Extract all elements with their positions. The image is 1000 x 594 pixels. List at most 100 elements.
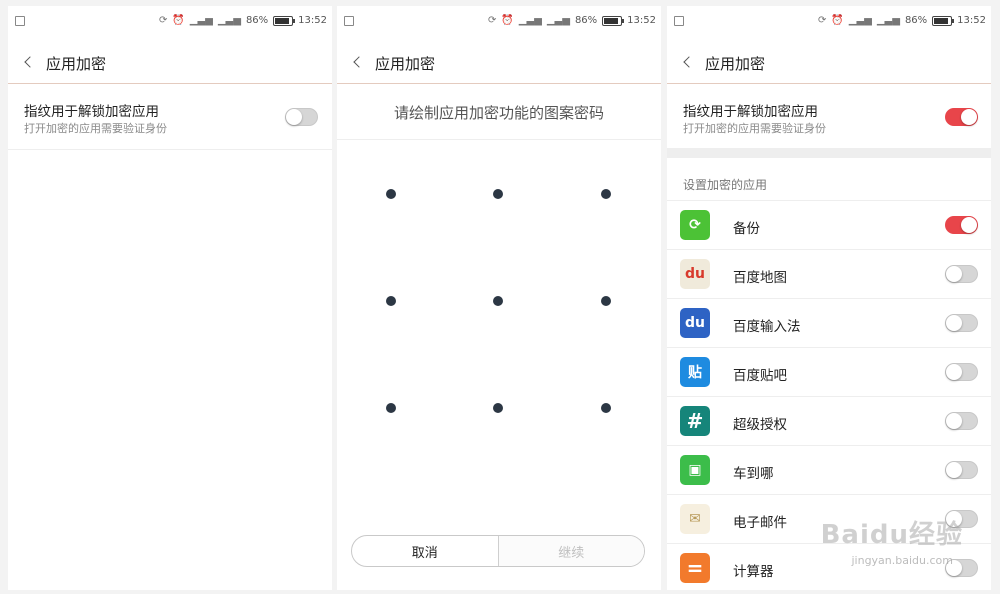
baidu-map-icon-glyph: du — [685, 266, 705, 282]
section-gap — [667, 148, 991, 158]
screen-settings-off: ⟳ ⏰ ▁▃▅ ▁▃▅ 86% 13:52 应用加密 指纹用于解锁加密应用 打开… — [8, 6, 332, 590]
fingerprint-setting-row[interactable]: 指纹用于解锁加密应用 打开加密的应用需要验证身份 — [667, 86, 991, 156]
pattern-dot[interactable] — [493, 296, 503, 306]
calculator-icon-glyph: = — [686, 556, 704, 580]
bus-icon: ▣ — [680, 455, 710, 485]
app-name: 备份 — [733, 221, 760, 237]
app-row[interactable]: du 百度地图 — [667, 249, 991, 298]
fingerprint-toggle[interactable] — [285, 108, 318, 126]
app-name: 电子邮件 — [733, 515, 787, 531]
app-row[interactable]: ⟳ 备份 — [667, 200, 991, 249]
clock: 13:52 — [957, 15, 986, 26]
app-lock-toggle[interactable] — [945, 363, 978, 381]
battery-icon — [932, 15, 955, 26]
sync-icon: ⟳ — [817, 15, 827, 26]
screenshot-icon — [344, 16, 354, 26]
pattern-dot[interactable] — [493, 403, 503, 413]
sync-icon: ⟳ — [487, 15, 497, 26]
app-name: 百度地图 — [733, 270, 787, 286]
pattern-prompt: 请绘制应用加密功能的图案密码 — [393, 104, 604, 122]
watermark-logo: Baidu经验 — [820, 520, 963, 550]
baidu-map-icon: du — [680, 259, 710, 289]
app-row[interactable]: 贴 百度贴吧 — [667, 347, 991, 396]
signal-icon-2: ▁▃▅ — [876, 15, 900, 26]
baidu-input-icon-glyph: du — [685, 315, 705, 331]
pattern-dot[interactable] — [601, 189, 611, 199]
fingerprint-setting-title: 指纹用于解锁加密应用 — [683, 104, 818, 120]
signal-icon-2: ▁▃▅ — [217, 15, 241, 26]
back-arrow-icon[interactable] — [349, 52, 367, 74]
cancel-button[interactable]: 取消 — [352, 536, 499, 566]
calculator-icon: = — [680, 553, 710, 583]
app-name: 超级授权 — [733, 417, 787, 433]
page-title: 应用加密 — [375, 55, 436, 73]
email-icon-glyph: ✉ — [689, 511, 701, 527]
pattern-dot[interactable] — [386, 296, 396, 306]
section-label: 设置加密的应用 — [683, 178, 768, 192]
fingerprint-toggle[interactable] — [945, 108, 978, 126]
alarm-icon: ⏰ — [831, 15, 844, 26]
app-name: 百度输入法 — [733, 319, 801, 335]
title-bar: 应用加密 — [8, 40, 332, 84]
screenshot-icon — [15, 16, 25, 26]
battery-percent: 86% — [574, 15, 598, 26]
status-bar: ⟳ ⏰ ▁▃▅ ▁▃▅ 86% 13:52 — [337, 6, 661, 36]
pattern-dot[interactable] — [493, 189, 503, 199]
app-row[interactable]: ▣ 车到哪 — [667, 445, 991, 494]
signal-icon-2: ▁▃▅ — [546, 15, 570, 26]
baidu-tieba-icon: 贴 — [680, 357, 710, 387]
screenshot-icon — [674, 16, 684, 26]
battery-icon — [602, 15, 625, 26]
pattern-dot[interactable] — [601, 403, 611, 413]
app-name: 百度贴吧 — [733, 368, 787, 384]
signal-icon: ▁▃▅ — [848, 15, 872, 26]
hash-icon-glyph: # — [686, 409, 704, 433]
battery-percent: 86% — [904, 15, 928, 26]
status-bar: ⟳ ⏰ ▁▃▅ ▁▃▅ 86% 13:52 — [8, 6, 332, 36]
fingerprint-setting-subtitle: 打开加密的应用需要验证身份 — [24, 122, 167, 135]
hash-icon: # — [680, 406, 710, 436]
battery-percent: 86% — [245, 15, 269, 26]
fingerprint-setting-row[interactable]: 指纹用于解锁加密应用 打开加密的应用需要验证身份 — [8, 86, 332, 156]
app-row[interactable]: du 百度输入法 — [667, 298, 991, 347]
clock: 13:52 — [298, 15, 327, 26]
title-bar: 应用加密 — [337, 40, 661, 84]
app-lock-toggle[interactable] — [945, 461, 978, 479]
pattern-dot[interactable] — [601, 296, 611, 306]
divider — [8, 149, 332, 150]
app-lock-toggle[interactable] — [945, 265, 978, 283]
pattern-dot[interactable] — [386, 403, 396, 413]
battery-icon — [273, 15, 296, 26]
sync-icon: ⟳ — [158, 15, 168, 26]
app-lock-toggle[interactable] — [945, 412, 978, 430]
pattern-dot[interactable] — [386, 189, 396, 199]
backup-icon-glyph: ⟳ — [689, 217, 701, 233]
app-lock-toggle[interactable] — [945, 314, 978, 332]
alarm-icon: ⏰ — [501, 15, 514, 26]
continue-button[interactable]: 继续 — [498, 536, 644, 566]
screen-app-list: ⟳ ⏰ ▁▃▅ ▁▃▅ 86% 13:52 应用加密 指纹用于解锁加密应用 打开… — [667, 6, 991, 590]
app-row[interactable]: # 超级授权 — [667, 396, 991, 445]
back-arrow-icon[interactable] — [679, 52, 697, 74]
signal-icon: ▁▃▅ — [518, 15, 542, 26]
fingerprint-setting-title: 指纹用于解锁加密应用 — [24, 104, 159, 120]
bus-icon-glyph: ▣ — [688, 462, 702, 478]
page-title: 应用加密 — [46, 55, 107, 73]
baidu-input-icon: du — [680, 308, 710, 338]
page-title: 应用加密 — [705, 55, 766, 73]
watermark-url: jingyan.baidu.com — [851, 554, 953, 567]
app-lock-toggle[interactable] — [945, 216, 978, 234]
backup-icon: ⟳ — [680, 210, 710, 240]
email-icon: ✉ — [680, 504, 710, 534]
title-bar: 应用加密 — [667, 40, 991, 84]
baidu-tieba-icon-glyph: 贴 — [688, 365, 702, 381]
signal-icon: ▁▃▅ — [189, 15, 213, 26]
action-button-bar: 取消 继续 — [351, 535, 645, 567]
fingerprint-setting-subtitle: 打开加密的应用需要验证身份 — [683, 122, 826, 135]
status-bar: ⟳ ⏰ ▁▃▅ ▁▃▅ 86% 13:52 — [667, 6, 991, 36]
screen-pattern-lock: ⟳ ⏰ ▁▃▅ ▁▃▅ 86% 13:52 应用加密 请绘制应用加密功能的图案密… — [337, 6, 661, 590]
divider — [337, 139, 661, 140]
app-name: 车到哪 — [733, 466, 774, 482]
back-arrow-icon[interactable] — [20, 52, 38, 74]
app-name: 计算器 — [733, 564, 774, 580]
